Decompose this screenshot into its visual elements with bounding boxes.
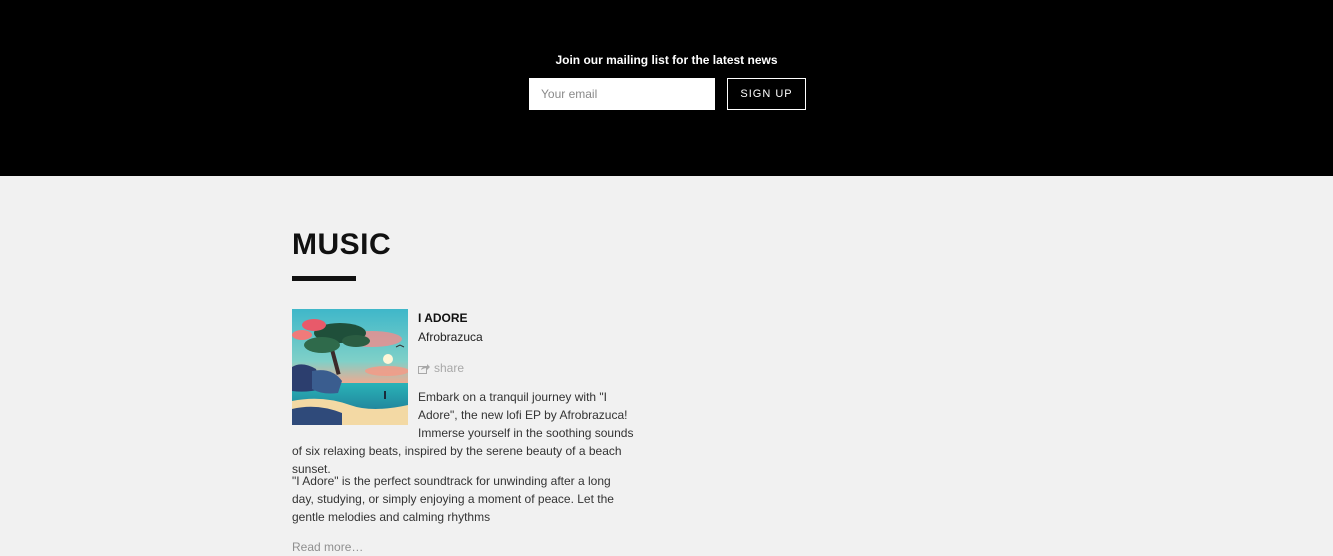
share-icon xyxy=(418,363,430,374)
track-title[interactable]: I ADORE xyxy=(418,310,468,326)
heading-underline xyxy=(292,276,356,281)
track-artist: Afrobrazuca xyxy=(418,330,483,344)
email-input[interactable] xyxy=(529,78,715,110)
music-heading: MUSIC xyxy=(292,228,392,261)
share-button[interactable]: share xyxy=(418,360,464,376)
signup-button[interactable]: SIGN UP xyxy=(727,78,806,110)
mailing-list-section: Join our mailing list for the latest new… xyxy=(0,0,1333,176)
track-description-2: "I Adore" is the perfect soundtrack for … xyxy=(292,474,614,524)
share-label: share xyxy=(434,361,465,375)
mailing-list-title: Join our mailing list for the latest new… xyxy=(555,53,778,67)
track-description-1: Embark on a tranquil journey with "I Ado… xyxy=(292,388,642,478)
read-more-link[interactable]: Read more… xyxy=(292,538,363,556)
